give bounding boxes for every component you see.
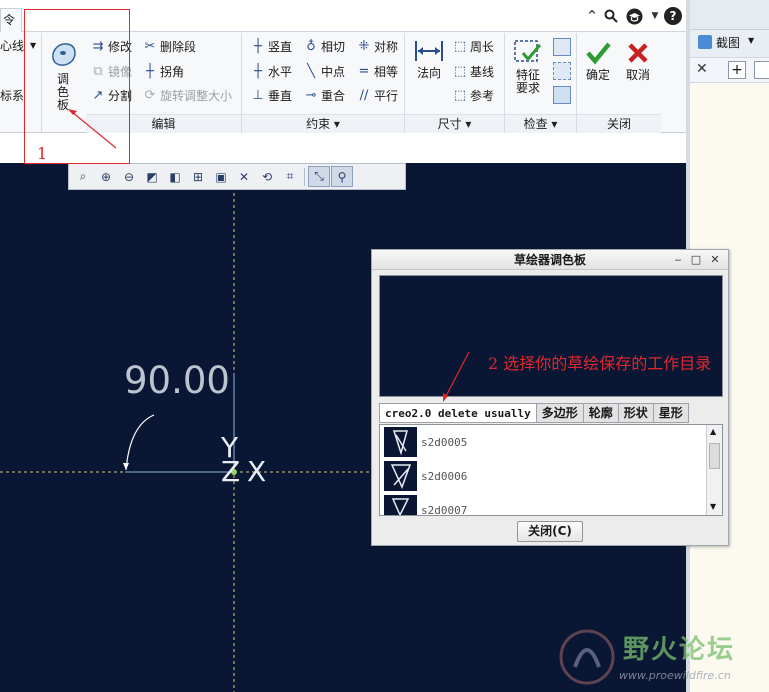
annotation-arrows <box>68 109 470 402</box>
watermark-title: 野火论坛 <box>623 635 736 665</box>
annotation-step-2: 2 选择你的草绘保存的工作目录 <box>488 354 712 373</box>
watermark-logo-icon <box>559 629 615 685</box>
annotation-step-1: 1 <box>37 144 48 163</box>
watermark-url: www.proewildfire.cn <box>619 669 731 682</box>
watermark: 野火论坛 www.proewildfire.cn <box>557 625 767 691</box>
